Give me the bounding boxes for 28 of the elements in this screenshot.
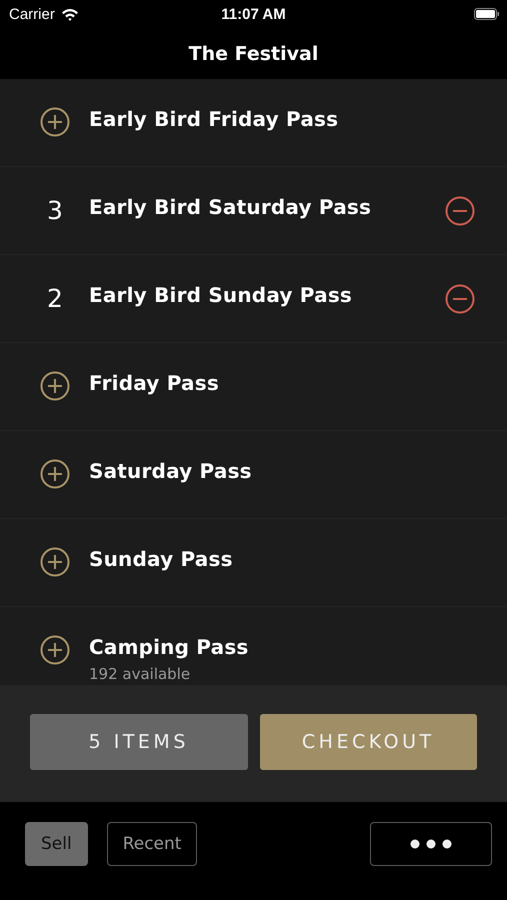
- wifi-icon: [60, 7, 79, 21]
- pass-name: Camping Pass: [89, 635, 250, 659]
- more-button[interactable]: [370, 822, 492, 866]
- remove-icon[interactable]: [445, 284, 475, 314]
- remove-icon[interactable]: [445, 196, 475, 226]
- quantity-count: 3: [47, 196, 63, 224]
- pass-name: Sunday Pass: [89, 547, 234, 571]
- battery-icon: [474, 8, 500, 20]
- add-icon[interactable]: [40, 371, 70, 401]
- quantity-count: 2: [47, 284, 63, 312]
- add-icon[interactable]: [40, 459, 70, 489]
- checkout-button[interactable]: CHECKOUT: [260, 714, 477, 770]
- more-icon: [410, 839, 452, 849]
- pass-name: Early Bird Saturday Pass: [89, 195, 372, 219]
- pass-name: Early Bird Friday Pass: [89, 107, 340, 131]
- availability-label: 192 available: [89, 665, 192, 683]
- add-icon[interactable]: [40, 547, 70, 577]
- add-icon[interactable]: [40, 635, 70, 665]
- items-count-button[interactable]: 5 ITEMS: [30, 714, 248, 770]
- pass-name: Early Bird Sunday Pass: [89, 283, 354, 307]
- add-icon[interactable]: [40, 107, 70, 137]
- pass-name: Friday Pass: [89, 371, 220, 395]
- tab[interactable]: Sell: [25, 822, 88, 866]
- carrier-label: Carrier: [9, 6, 55, 22]
- screen-title: The Festival: [188, 42, 318, 64]
- clock-time: 11:07 AM: [221, 6, 286, 22]
- tab[interactable]: Recent: [106, 822, 198, 866]
- pass-name: Saturday Pass: [89, 459, 253, 483]
